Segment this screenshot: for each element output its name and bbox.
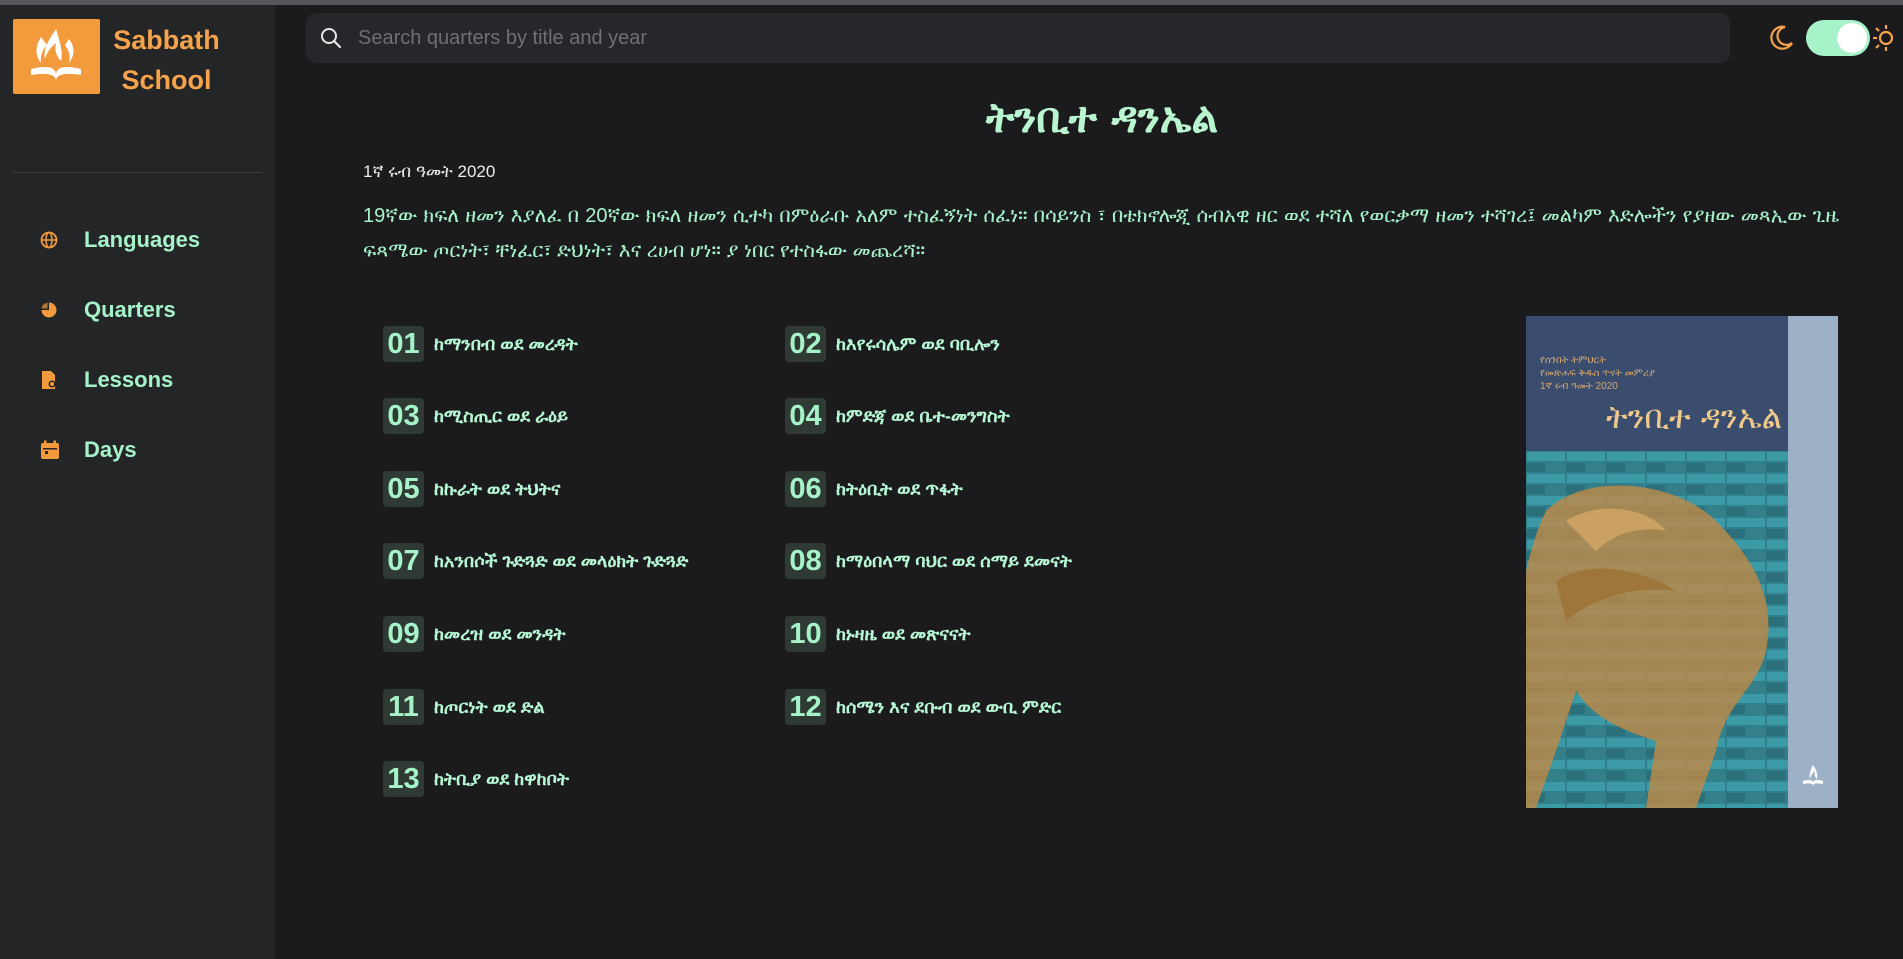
quarter-cover-image: የሰንበት ትምህርት የመጽሐፍ ቅዱስ ጥናት መምሪያ 1ኛ ሩብ ዓመት…: [1526, 316, 1838, 808]
lesson-title: ከአንበሶች ጉድጓድ ወደ መላዕክት ጉድጓድ: [434, 550, 689, 571]
lesson-title: ከማዕበላማ ባህር ወደ ሰማይ ደመናት: [836, 550, 1072, 571]
lesson-item[interactable]: 12 ከሰሜን እና ደቡብ ወደ ውቢ ምድር: [785, 689, 1061, 725]
sidebar-item-label: Lessons: [84, 367, 174, 392]
lesson-item[interactable]: 05 ከኩራት ወደ ትህትና: [383, 471, 560, 507]
lesson-number: 09: [383, 616, 424, 652]
quarter-description: 19ኛው ክፍለ ዘመን እያለፈ በ 20ኛው ክፍለ ዘመን ሲተካ በምዕ…: [363, 205, 1839, 262]
globe-icon: [40, 225, 70, 255]
document-icon: [40, 365, 70, 395]
lesson-title: ከትዕቢት ወደ ጥፋት: [836, 478, 963, 499]
top-border: [0, 0, 1903, 5]
app-name: Sabbath School: [113, 25, 220, 95]
cover-lion-art: [1526, 451, 1788, 808]
lesson-title: ከእየሩሳሌም ወደ ባቢሎን: [836, 333, 1000, 354]
sidebar-item-label: Languages: [84, 227, 201, 252]
lesson-title: ከሚስጢር ወደ ራዕይ: [434, 405, 569, 426]
lesson-item[interactable]: 08 ከማዕበላማ ባህር ወደ ሰማይ ደመናት: [785, 543, 1072, 579]
lesson-title: ከትቢያ ወደ ከዋከቦት: [434, 768, 570, 789]
lesson-number: 05: [383, 471, 424, 507]
lesson-title: ከማንበብ ወደ መረዳት: [434, 333, 578, 354]
lesson-item[interactable]: 03 ከሚስጢር ወደ ራዕይ: [383, 398, 568, 434]
search-input[interactable]: [358, 26, 1698, 50]
sidebar-item-languages[interactable]: Languages: [40, 220, 200, 260]
calendar-icon: [40, 435, 70, 465]
lesson-item[interactable]: 07 ከአንበሶች ጉድጓድ ወደ መላዕክት ጉድጓድ: [383, 543, 688, 579]
lesson-number: 03: [383, 398, 424, 434]
lesson-item[interactable]: 02 ከእየሩሳሌም ወደ ባቢሎን: [785, 326, 1000, 362]
lesson-number: 04: [785, 398, 826, 434]
lesson-number: 08: [785, 543, 826, 579]
pie-chart-icon: [40, 295, 70, 325]
lesson-item[interactable]: 10 ከኑዛዜ ወደ መጽናናት: [785, 616, 971, 652]
lesson-title: ከምድጃ ወደ ቤተ-መንግስት: [836, 405, 1010, 426]
lesson-number: 07: [383, 543, 424, 579]
sidebar-divider: [13, 172, 262, 173]
cover-logo-icon: [1803, 765, 1823, 786]
lesson-title: ከሰሜን እና ደቡብ ወደ ውቢ ምድር: [836, 696, 1062, 717]
moon-icon: [1770, 25, 1793, 50]
search-bar: [306, 13, 1730, 63]
sidebar-item-lessons[interactable]: Lessons: [40, 360, 173, 400]
sidebar: Sabbath School Languages Quarters Lesson…: [0, 5, 275, 959]
cover-title: ትንቢተ ዳንኤል: [1606, 398, 1782, 436]
sidebar-item-quarters[interactable]: Quarters: [40, 290, 176, 330]
lesson-item[interactable]: 13 ከትቢያ ወደ ከዋከቦት: [383, 761, 569, 797]
sidebar-item-days[interactable]: Days: [40, 430, 137, 470]
logo-flame-icon: [31, 29, 81, 81]
lesson-number: 13: [383, 761, 424, 797]
lesson-number: 01: [383, 326, 424, 362]
sidebar-item-label: Days: [84, 437, 137, 462]
toggle-knob: [1837, 23, 1867, 53]
lesson-title: ከኑዛዜ ወደ መጽናናት: [836, 623, 971, 644]
lesson-item[interactable]: 11 ከጦርነት ወደ ድል: [383, 689, 545, 725]
lesson-number: 12: [785, 689, 826, 725]
lesson-title: ከጦርነት ወደ ድል: [434, 696, 545, 717]
lesson-item[interactable]: 09 ከመረዝ ወደ መንዳት: [383, 616, 566, 652]
sun-icon: [1873, 25, 1894, 51]
lesson-number: 11: [383, 689, 424, 725]
cover-side-strip: [1788, 316, 1838, 808]
cover-subtitle: የሰንበት ትምህርት የመጽሐፍ ቅዱስ ጥናት መምሪያ 1ኛ ሩብ ዓመት…: [1540, 355, 1655, 392]
logo[interactable]: [13, 19, 100, 94]
lesson-number: 06: [785, 471, 826, 507]
page-title: ትንቢተ ዳንኤል: [985, 93, 1219, 142]
lesson-title: ከመረዝ ወደ መንዳት: [434, 623, 566, 644]
sidebar-item-label: Quarters: [84, 297, 176, 322]
lesson-item[interactable]: 04 ከምድጃ ወደ ቤተ-መንግስት: [785, 398, 1010, 434]
theme-toggle[interactable]: [1806, 20, 1870, 56]
quarter-date: 1ኛ ሩብ ዓመት 2020: [363, 162, 496, 181]
lesson-number: 02: [785, 326, 826, 362]
lesson-number: 10: [785, 616, 826, 652]
lesson-item[interactable]: 01 ከማንበብ ወደ መረዳት: [383, 326, 578, 362]
search-icon: [321, 28, 342, 49]
lesson-title: ከኩራት ወደ ትህትና: [434, 478, 561, 499]
theme-switcher: [1766, 18, 1896, 58]
lesson-item[interactable]: 06 ከትዕቢት ወደ ጥፋት: [785, 471, 963, 507]
